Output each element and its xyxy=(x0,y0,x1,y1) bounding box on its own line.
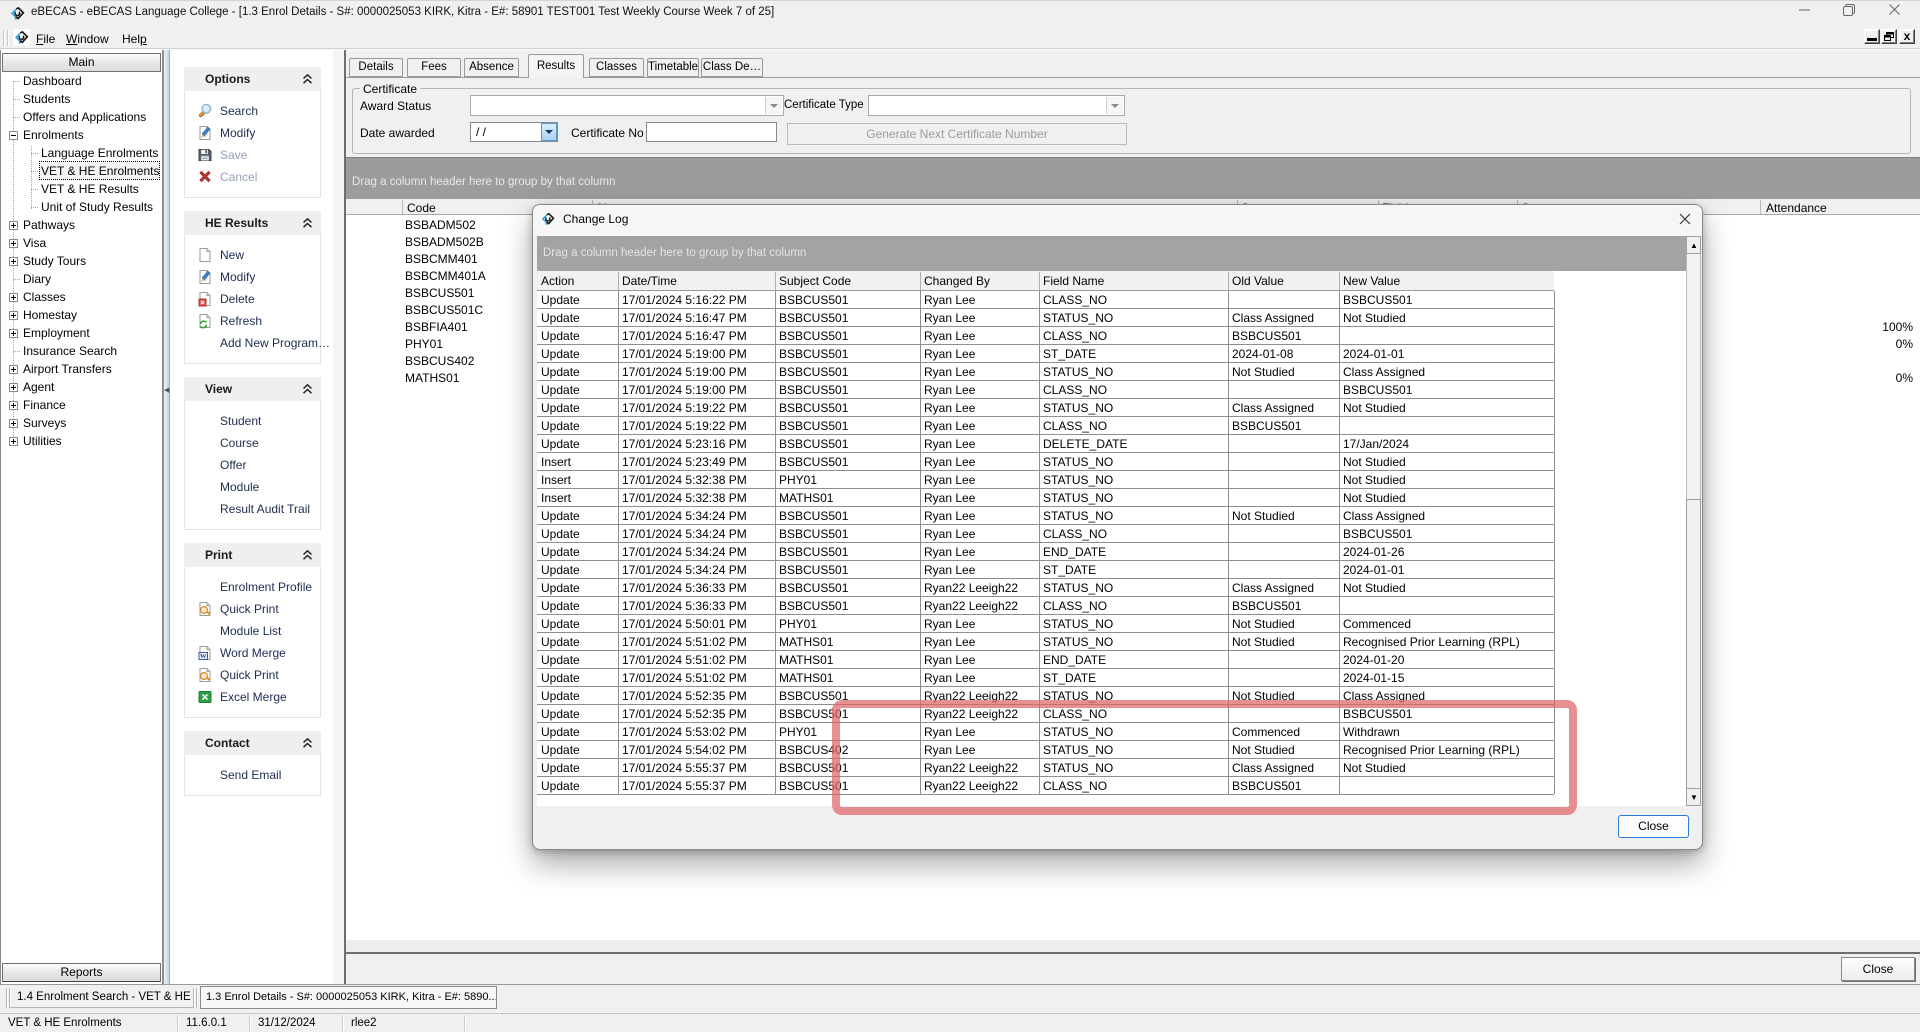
svg-text:W: W xyxy=(200,653,207,660)
